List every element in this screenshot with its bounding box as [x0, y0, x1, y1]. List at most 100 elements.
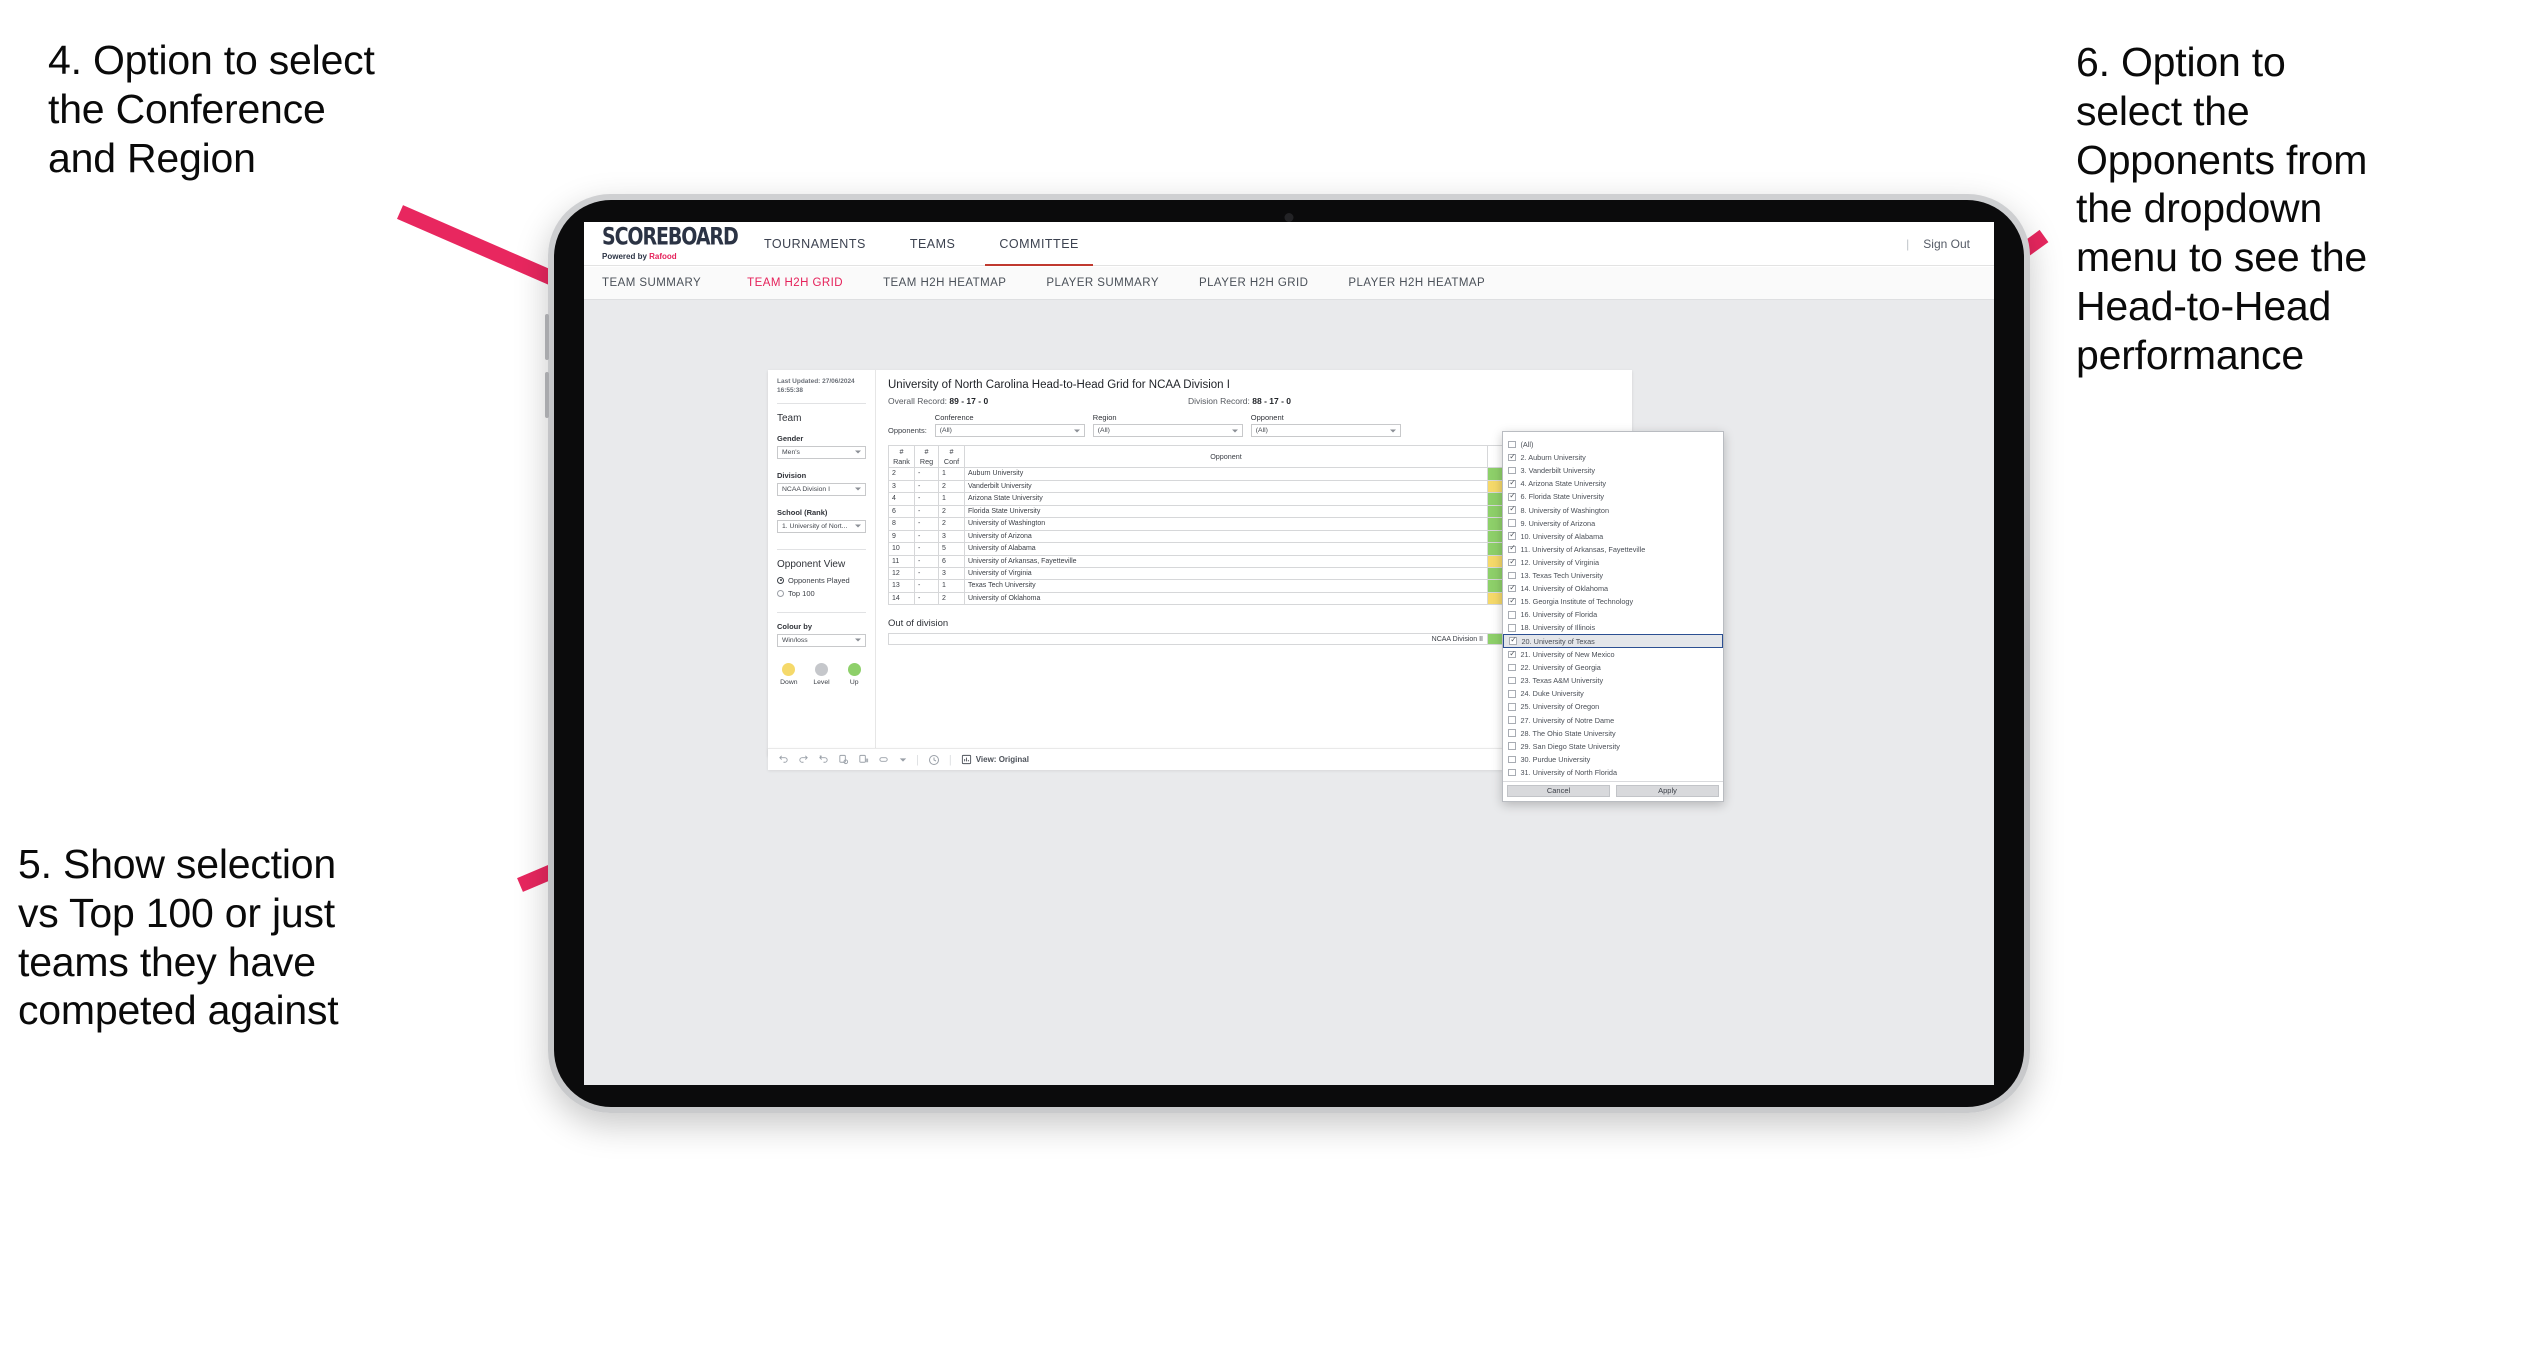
cancel-button[interactable]: Cancel [1507, 784, 1610, 797]
topnav-item-tournaments[interactable]: TOURNAMENTS [742, 222, 888, 265]
view-original-button[interactable]: View: Original [961, 754, 1029, 765]
redo-icon[interactable] [798, 754, 809, 765]
checkbox-icon[interactable] [1508, 755, 1516, 764]
opponent-option[interactable]: 10. University of Alabama [1503, 530, 1723, 543]
history-icon[interactable] [928, 754, 940, 766]
checkbox-icon[interactable] [1508, 729, 1516, 737]
divider [777, 548, 866, 550]
legend-label-down: Down [780, 678, 798, 686]
region-select[interactable]: (All) [1092, 424, 1243, 437]
subnav-item-player-h2h-grid[interactable]: PLAYER H2H GRID [1179, 277, 1328, 289]
pause-updates-icon[interactable] [858, 754, 869, 765]
opponent-option[interactable]: 22. University of Georgia [1503, 661, 1723, 674]
opponent-option[interactable]: 24. Duke University [1503, 687, 1723, 700]
checkbox-checked-icon[interactable] [1508, 479, 1516, 488]
subnav-item-team-summary[interactable]: TEAM SUMMARY [602, 277, 727, 289]
opponent-option[interactable]: 21. University of New Mexico [1503, 648, 1723, 661]
app-header: SCOREBOARD Powered by Rafood TOURNAMENTS… [584, 222, 1994, 266]
checkbox-icon[interactable] [1508, 571, 1516, 580]
opponent-option[interactable]: 4. Arizona State University [1503, 477, 1723, 490]
signout-link[interactable]: Sign Out [1923, 237, 1970, 251]
opponent-option[interactable]: 11. University of Arkansas, Fayetteville [1503, 543, 1723, 556]
checkbox-checked-icon[interactable] [1508, 453, 1516, 462]
colour-by-select[interactable]: Win/loss [777, 633, 866, 647]
checkbox-checked-icon[interactable] [1509, 636, 1517, 645]
opponent-option-label: 16. University of Florida [1520, 610, 1598, 620]
screenshot-root: 4. Option to select the Conference and R… [0, 0, 2533, 1363]
checkbox-icon[interactable] [1508, 624, 1516, 632]
checkbox-checked-icon[interactable] [1508, 505, 1516, 514]
checkbox-icon[interactable] [1508, 690, 1516, 698]
chevron-down-icon[interactable] [899, 756, 907, 764]
opponent-option[interactable]: 13. Texas Tech University [1503, 569, 1723, 582]
opponent-option[interactable]: 18. University of Illinois [1503, 621, 1723, 634]
checkbox-icon[interactable] [1508, 768, 1516, 777]
opponent-option[interactable]: 29. San Diego State University [1503, 740, 1723, 753]
checkbox-checked-icon[interactable] [1508, 558, 1516, 567]
checkbox-icon[interactable] [1508, 519, 1516, 527]
subnav-item-team-h2h-heatmap[interactable]: TEAM H2H HEATMAP [863, 277, 1026, 289]
checkbox-icon[interactable] [1508, 742, 1516, 750]
region-value: (All) [1097, 427, 1110, 434]
division-select[interactable]: NCAA Division I [777, 482, 866, 496]
workbook-area: Last Updated: 27/06/2024 16:55:38 Team G… [584, 300, 1994, 1085]
opponent-dropdown-menu[interactable]: (All) 2. Auburn University 3. Vanderbilt U… [1502, 431, 1724, 802]
subnav-item-player-summary[interactable]: PLAYER SUMMARY [1026, 277, 1179, 289]
opponent-option[interactable]: 2. Auburn University [1503, 451, 1723, 464]
opponent-option[interactable]: 27. University of Notre Dame [1503, 713, 1723, 726]
undo-icon[interactable] [778, 754, 789, 765]
opponent-select[interactable]: (All) [1250, 424, 1401, 437]
col-header-reg: # Reg [914, 444, 939, 469]
opponent-option[interactable]: 31. University of North Florida [1503, 766, 1723, 779]
opponent-option[interactable]: 20. University of Texas [1503, 634, 1723, 648]
opponent-option[interactable]: 14. University of Oklahoma [1503, 582, 1723, 595]
checkbox-checked-icon[interactable] [1508, 597, 1516, 606]
gender-select[interactable]: Men's [777, 445, 866, 459]
checkbox-icon[interactable] [1508, 466, 1516, 475]
opponent-option[interactable]: 25. University of Oregon [1503, 700, 1723, 713]
scoreboard-logo[interactable]: SCOREBOARD Powered by Rafood [602, 225, 739, 261]
topnav-item-committee[interactable]: COMMITTEE [977, 222, 1101, 266]
share-icon[interactable] [878, 754, 890, 765]
opponent-option[interactable]: 16. University of Florida [1503, 608, 1723, 621]
refresh-data-icon[interactable] [838, 754, 849, 765]
opponent-option[interactable]: 12. University of Virginia [1503, 556, 1723, 569]
opponent-option[interactable]: 23. Texas A&M University [1503, 674, 1723, 687]
checkbox-icon[interactable] [1508, 611, 1516, 619]
opponents-label: Opponents: [888, 426, 927, 435]
revert-icon[interactable] [818, 754, 829, 765]
col-header-conf: # Conf [938, 444, 965, 469]
checkbox-checked-icon[interactable] [1508, 492, 1516, 501]
topnav-item-teams[interactable]: TEAMS [888, 222, 978, 265]
checkbox-checked-icon[interactable] [1508, 584, 1516, 593]
subnav-item-player-h2h-heatmap[interactable]: PLAYER H2H HEATMAP [1328, 277, 1505, 289]
checkbox-icon[interactable] [1508, 676, 1516, 685]
checkbox-icon[interactable] [1508, 703, 1516, 711]
checkbox-checked-icon[interactable] [1508, 650, 1516, 659]
opponent-option[interactable]: 8. University of Washington [1503, 503, 1723, 516]
opponent-option[interactable]: (All) [1503, 438, 1723, 451]
school-rank-select[interactable]: 1. University of Nort... [777, 519, 866, 533]
opponent-option-label: 9. University of Arizona [1520, 518, 1596, 528]
checkbox-icon[interactable] [1508, 663, 1516, 672]
opponent-option-label: 29. San Diego State University [1520, 741, 1620, 751]
checkbox-icon[interactable] [1508, 716, 1516, 724]
opponent-option[interactable]: 15. Georgia Institute of Technology [1503, 595, 1723, 608]
opponent-option[interactable]: 9. University of Arizona [1503, 517, 1723, 530]
opponent-option[interactable]: 3. Vanderbilt University [1503, 464, 1723, 477]
conference-select[interactable]: (All) [934, 424, 1085, 437]
opponent-option[interactable]: 6. Florida State University [1503, 490, 1723, 503]
checkbox-checked-icon[interactable] [1508, 545, 1516, 554]
opponent-option-label: 11. University of Arkansas, Fayetteville [1520, 544, 1646, 554]
view-original-label: View: Original [975, 755, 1029, 764]
checkbox-icon[interactable] [1508, 440, 1516, 449]
radio-opponents-played[interactable]: Opponents Played [777, 576, 866, 585]
radio-top-100[interactable]: Top 100 [777, 589, 866, 598]
checkbox-checked-icon[interactable] [1508, 531, 1516, 540]
opponent-option[interactable]: 28. The Ohio State University [1503, 727, 1723, 740]
subnav-item-team-h2h-grid[interactable]: TEAM H2H GRID [727, 277, 863, 289]
col-reg-l1: # [924, 447, 929, 456]
opponent-dropdown-list[interactable]: (All) 2. Auburn University 3. Vanderbilt U… [1503, 435, 1723, 781]
apply-button[interactable]: Apply [1616, 784, 1719, 797]
opponent-option[interactable]: 30. Purdue University [1503, 753, 1723, 766]
